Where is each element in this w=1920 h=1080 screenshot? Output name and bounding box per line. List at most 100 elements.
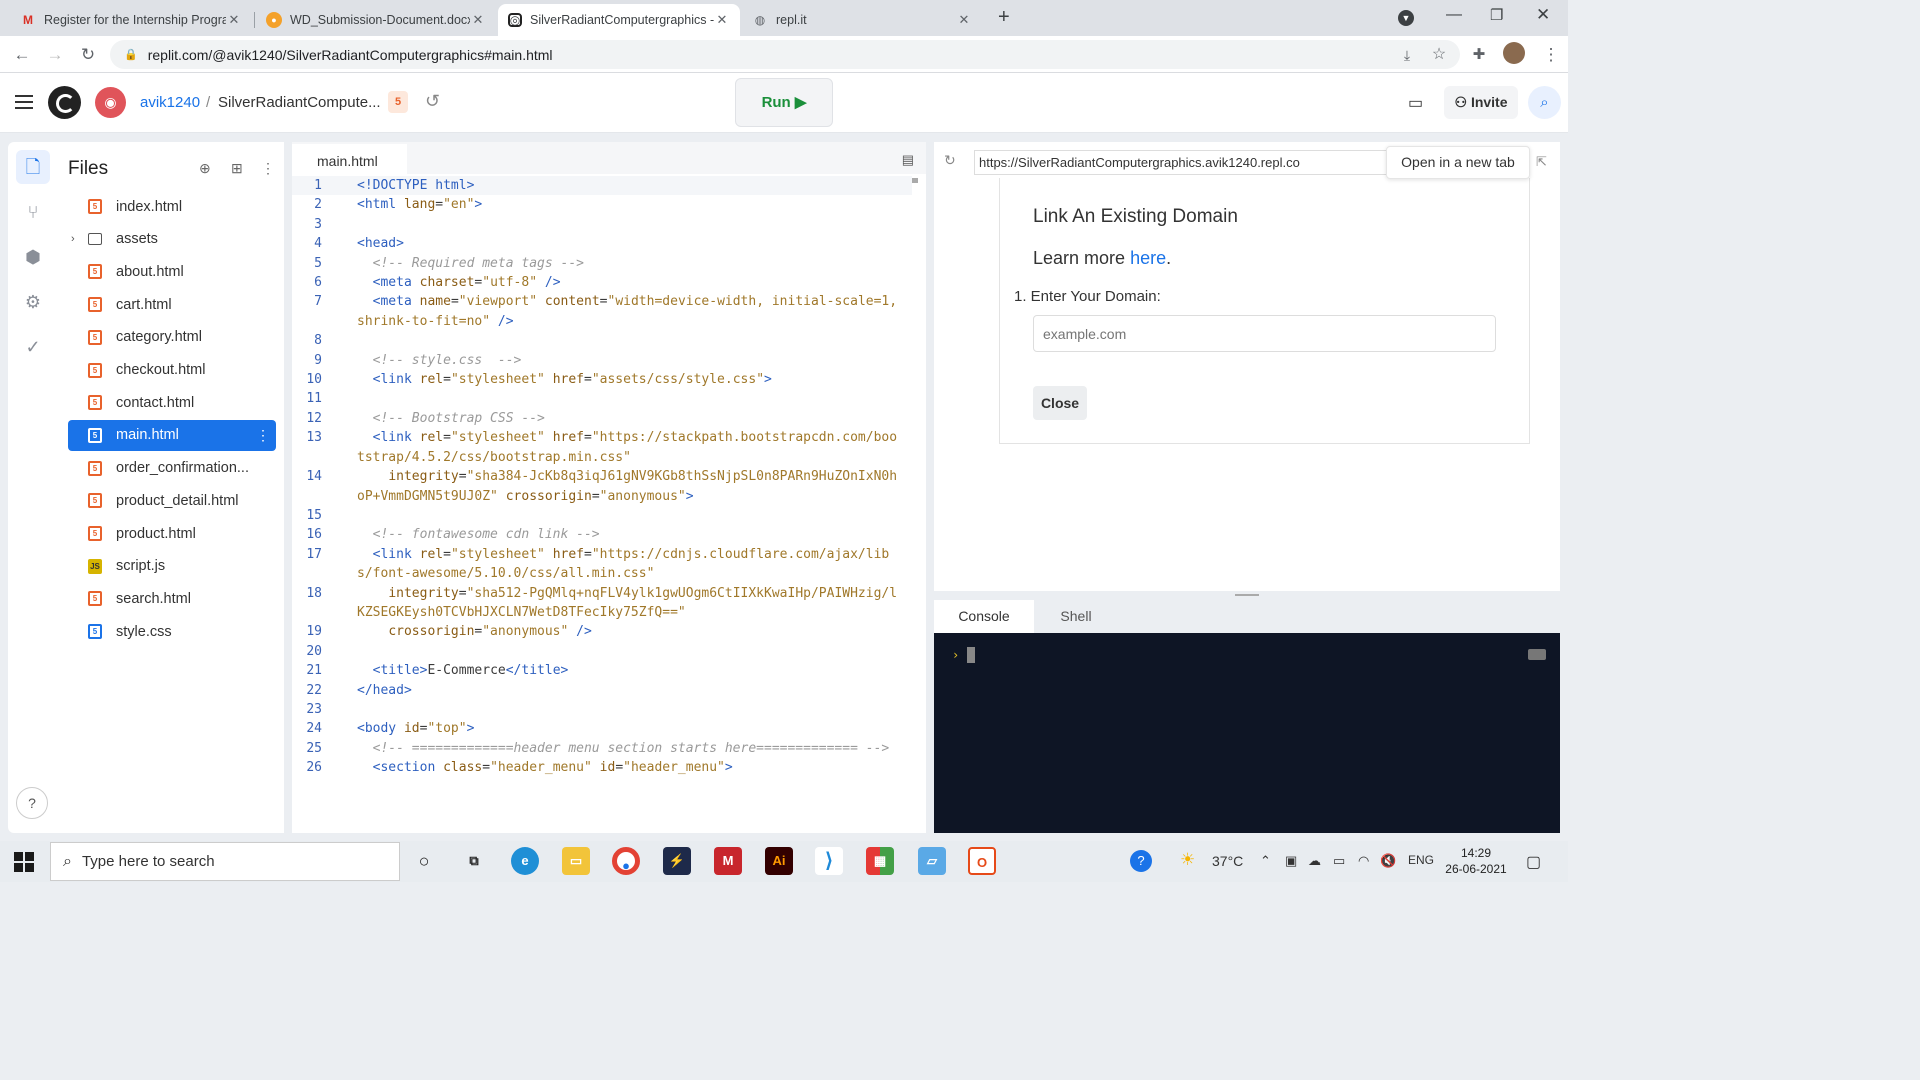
onedrive-icon[interactable]: ☁ xyxy=(1308,853,1321,869)
file-item-assets[interactable]: › assets xyxy=(68,224,276,255)
desktop-app-icon[interactable]: ▱ xyxy=(918,847,946,875)
file-item-product-html[interactable]: 5 product.html xyxy=(68,518,276,549)
cortana-icon[interactable]: ○ xyxy=(410,847,438,875)
code-line[interactable]: 22 </head> xyxy=(292,681,912,700)
chevron-right-icon[interactable]: › xyxy=(71,233,75,245)
domain-input[interactable] xyxy=(1033,315,1496,352)
notification-icon[interactable]: ▢ xyxy=(1526,852,1541,872)
run-button[interactable]: Run ▶ xyxy=(735,78,833,127)
tab-console[interactable]: Console xyxy=(934,600,1034,633)
mcafee-icon[interactable]: M xyxy=(714,847,742,875)
file-explorer-icon[interactable]: ▭ xyxy=(562,847,590,875)
file-item-main-html[interactable]: 5 main.html ⋮ xyxy=(68,419,276,451)
file-item-script-js[interactable]: JS script.js xyxy=(68,551,276,582)
illustrator-icon[interactable]: Ai xyxy=(765,847,793,875)
code-line[interactable]: 4 <head> xyxy=(292,234,912,253)
help-button[interactable]: ? xyxy=(16,787,48,819)
code-line[interactable]: 13 <link rel="stylesheet" href="https://… xyxy=(292,428,912,467)
code-line[interactable]: 3 xyxy=(292,215,912,234)
browser-tab-docx[interactable]: ● WD_Submission-Document.docx ✕ xyxy=(256,4,496,36)
weather-icon[interactable]: ☀ xyxy=(1180,850,1195,870)
winrar-icon[interactable]: ▦ xyxy=(866,847,894,875)
replit-logo[interactable] xyxy=(48,86,81,119)
chrome-icon[interactable]: ● xyxy=(612,847,640,875)
menu-kebab-icon[interactable]: ⋮ xyxy=(1540,44,1562,66)
new-tab-icon[interactable]: + xyxy=(998,6,1010,29)
close-button[interactable]: Close xyxy=(1033,386,1087,420)
external-link-icon[interactable]: ⇱ xyxy=(1536,154,1547,170)
file-item-search-html[interactable]: 5 search.html xyxy=(68,583,276,614)
minimize-icon[interactable]: — xyxy=(1446,6,1462,24)
windows-start-icon[interactable] xyxy=(14,852,34,872)
browser-tab-replit-home[interactable]: ◍ repl.it ✕ xyxy=(742,4,982,36)
bookmark-star-icon[interactable]: ☆ xyxy=(1428,44,1450,66)
checkmark-icon[interactable]: ✓ xyxy=(16,330,50,364)
code-line[interactable]: 5 <!-- Required meta tags --> xyxy=(292,254,912,273)
files-menu-icon[interactable]: ⋮ xyxy=(261,160,275,177)
battery-icon[interactable]: ▭ xyxy=(1333,853,1345,869)
code-line[interactable]: 24 <body id="top"> xyxy=(292,719,912,738)
language-indicator[interactable]: ENG xyxy=(1408,853,1434,867)
code-line[interactable]: 7 <meta name="viewport" content="width=d… xyxy=(292,292,912,331)
editor-scrollbar[interactable] xyxy=(912,178,918,183)
back-icon[interactable]: ← xyxy=(11,44,33,66)
extensions-icon[interactable]: ✚ xyxy=(1468,44,1490,66)
address-bar[interactable]: 🔒 replit.com/@avik1240/SilverRadiantComp… xyxy=(110,40,1460,69)
code-line[interactable]: 15 xyxy=(292,506,912,525)
profile-avatar[interactable] xyxy=(1503,42,1525,64)
install-icon[interactable]: ⤓ xyxy=(1396,44,1418,66)
close-icon[interactable]: ✕ xyxy=(470,12,486,28)
code-line[interactable]: 25 <!-- =============header menu section… xyxy=(292,739,912,758)
username-link[interactable]: avik1240 xyxy=(140,94,200,111)
new-file-icon[interactable]: ⊕ xyxy=(199,160,211,177)
file-item-order-confirmation-[interactable]: 5 order_confirmation... xyxy=(68,453,276,484)
file-item-cart-html[interactable]: 5 cart.html xyxy=(68,289,276,320)
code-line[interactable]: 12 <!-- Bootstrap CSS --> xyxy=(292,409,912,428)
version-control-icon[interactable]: ⑂ xyxy=(16,195,50,229)
open-new-tab-tooltip[interactable]: Open in a new tab xyxy=(1386,146,1530,179)
temperature[interactable]: 37°C xyxy=(1212,853,1243,869)
code-line[interactable]: 16 <!-- fontawesome cdn link --> xyxy=(292,525,912,544)
close-icon[interactable]: ✕ xyxy=(714,12,730,28)
clock[interactable]: 14:29 26-06-2021 xyxy=(1444,845,1508,877)
files-icon[interactable]: 🗋 xyxy=(16,150,50,184)
code-line[interactable]: 8 xyxy=(292,331,912,350)
vscode-icon[interactable]: ⟩ xyxy=(815,847,843,875)
chat-icon[interactable]: ▭ xyxy=(1408,93,1423,113)
close-icon[interactable]: ✕ xyxy=(226,12,242,28)
browser-tab-gmail[interactable]: M Register for the Internship Progra ✕ xyxy=(10,4,252,36)
tab-shell[interactable]: Shell xyxy=(1034,600,1118,633)
code-line[interactable]: 18 integrity="sha512-PgQMlq+nqFLV4ylk1gw… xyxy=(292,584,912,623)
code-line[interactable]: 23 xyxy=(292,700,912,719)
file-menu-icon[interactable]: ⋮ xyxy=(256,427,270,444)
code-line[interactable]: 14 integrity="sha384-JcKb8q3iqJ61gNV9KGb… xyxy=(292,467,912,506)
code-line[interactable]: 11 xyxy=(292,389,912,408)
file-item-about-html[interactable]: 5 about.html xyxy=(68,256,276,287)
repl-name[interactable]: SilverRadiantCompute... xyxy=(218,94,381,111)
webview-url-input[interactable]: https://SilverRadiantComputergraphics.av… xyxy=(974,150,1390,175)
clear-console-icon[interactable] xyxy=(1528,649,1546,660)
taskbar-search[interactable]: ⌕ Type here to search xyxy=(50,842,400,881)
file-item-category-html[interactable]: 5 category.html xyxy=(68,322,276,353)
code-line[interactable]: 17 <link rel="stylesheet" href="https://… xyxy=(292,545,912,584)
settings-gear-icon[interactable]: ⚙ xyxy=(16,285,50,319)
forward-icon[interactable]: → xyxy=(44,44,66,66)
code-line[interactable]: 20 xyxy=(292,642,912,661)
invite-button[interactable]: ⚇ Invite xyxy=(1444,86,1518,119)
webview-reload-icon[interactable]: ↻ xyxy=(944,152,956,169)
history-icon[interactable]: ↺ xyxy=(425,91,440,112)
code-line[interactable]: 26 <section class="header_menu" id="head… xyxy=(292,758,912,777)
file-item-checkout-html[interactable]: 5 checkout.html xyxy=(68,355,276,386)
code-line[interactable]: 9 <!-- style.css --> xyxy=(292,351,912,370)
tray-chevron-icon[interactable]: ⌃ xyxy=(1260,853,1271,869)
window-close-icon[interactable]: ✕ xyxy=(1536,5,1550,25)
file-item-style-css[interactable]: 5 style.css xyxy=(68,616,276,647)
code-line[interactable]: 10 <link rel="stylesheet" href="assets/c… xyxy=(292,370,912,389)
edge-icon[interactable]: e xyxy=(511,847,539,875)
code-line[interactable]: 19 crossorigin="anonymous" /> xyxy=(292,622,912,641)
restore-icon[interactable]: ❐ xyxy=(1490,6,1503,24)
help-tray-icon[interactable]: ? xyxy=(1130,850,1152,872)
tab-search-icon[interactable]: ▼ xyxy=(1398,10,1414,26)
search-icon[interactable]: ⌕ xyxy=(1528,86,1561,119)
browser-tab-replit[interactable]: ◎ SilverRadiantComputergraphics - ✕ xyxy=(498,4,740,36)
